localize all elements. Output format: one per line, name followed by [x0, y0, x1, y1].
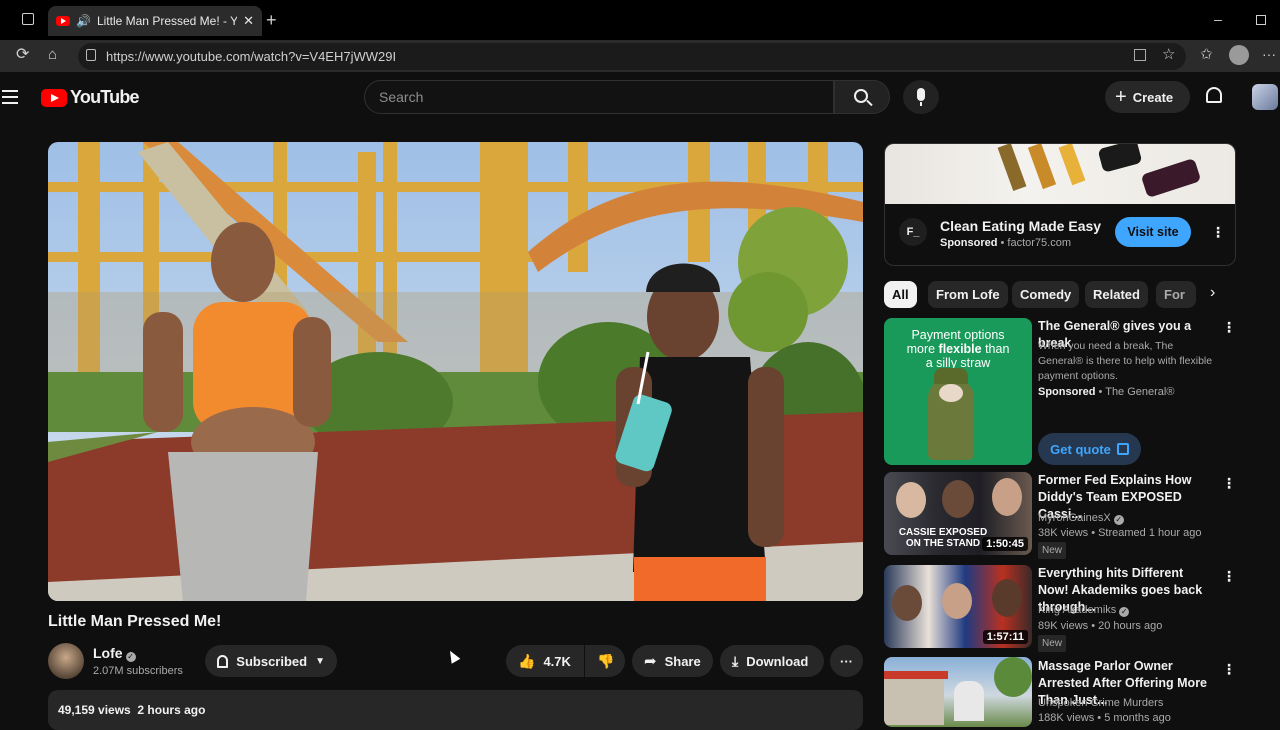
more-actions-button[interactable]: ··· [830, 645, 863, 677]
browser-menu-icon[interactable]: ··· [1262, 47, 1276, 61]
create-button[interactable]: + Create [1105, 81, 1190, 113]
browser-tab[interactable]: 🔊 Little Man Pressed Me! - YouTube ✕ [48, 6, 262, 36]
new-tab-icon[interactable]: + [266, 11, 277, 29]
rec-channel[interactable]: King Akademiks ✓ [1038, 603, 1130, 618]
video-duration: 1:50:45 [982, 537, 1028, 551]
youtube-header: YouTube Search + Create [0, 72, 1280, 122]
profile-avatar-icon[interactable] [1229, 45, 1249, 65]
subscribed-button[interactable]: Subscribed ▼ [205, 645, 337, 677]
chips-next-chevron-icon[interactable]: › [1210, 284, 1215, 302]
notifications-bell-icon[interactable] [1206, 87, 1222, 103]
verified-icon: ✓ [1119, 607, 1130, 617]
get-quote-button[interactable]: Get quote [1038, 433, 1141, 465]
favorites-icon[interactable]: ✩ [1200, 47, 1213, 62]
rec-channel[interactable]: Unspoken Crime Murders [1038, 696, 1163, 711]
ad2-description: When you need a break, The General® is t… [1038, 340, 1213, 382]
rec-thumbnail[interactable] [884, 657, 1032, 727]
mouse-cursor-icon [445, 648, 461, 664]
favorite-star-icon[interactable]: ☆ [1162, 47, 1175, 62]
channel-name[interactable]: Lofe ✓ [93, 645, 136, 662]
tab-title: Little Man Pressed Me! - YouTube [96, 14, 238, 28]
ad2-meta: Sponsored • The General® [1038, 386, 1175, 398]
chevron-down-icon: ▼ [315, 655, 325, 667]
sponsored-ad-card[interactable]: F_ Clean Eating Made Easy Sponsored • fa… [884, 143, 1236, 266]
reload-icon[interactable]: ⟳ [16, 47, 29, 63]
chip-all[interactable]: All [884, 281, 917, 308]
plus-icon: + [1115, 86, 1127, 108]
ad-meta: Sponsored • factor75.com [940, 237, 1072, 249]
thumbs-down-icon: 👎 [597, 652, 615, 669]
url-field[interactable]: https://www.youtube.com/watch?v=V4EH7jWW… [78, 43, 1186, 70]
ad2-menu-icon[interactable]: ⋮ [1222, 320, 1236, 334]
view-count: 49,159 views [58, 703, 131, 717]
account-avatar[interactable] [1252, 84, 1278, 110]
youtube-logo-text: YouTube [70, 87, 140, 107]
apps-icon[interactable] [1134, 49, 1146, 61]
video-frame [48, 142, 863, 601]
maximize-icon[interactable] [1256, 15, 1266, 25]
minimize-icon[interactable]: – [1214, 12, 1222, 26]
ad-logo: F_ [899, 218, 927, 246]
chip-for-you[interactable]: For y [1156, 281, 1196, 308]
bell-icon [217, 654, 229, 668]
rec-menu-icon[interactable]: ⋮ [1222, 569, 1236, 583]
download-button[interactable]: ⤓ Download [720, 645, 824, 677]
tab-close-icon[interactable]: ✕ [243, 13, 254, 29]
rec-new-badge: New [1038, 542, 1067, 559]
chip-comedy[interactable]: Comedy [1012, 281, 1080, 308]
lock-icon [86, 49, 96, 61]
rec-thumbnail[interactable]: CASSIE EXPOSED ON THE STAND 1:50:45 [884, 472, 1032, 555]
rec-meta: 188K views • 5 months ago [1038, 712, 1171, 724]
external-link-icon [1116, 443, 1129, 455]
ad-banner-image [885, 144, 1235, 204]
dislike-button[interactable]: 👎 [585, 645, 625, 677]
video-player[interactable] [48, 142, 863, 601]
home-icon[interactable]: ⌂ [48, 47, 57, 62]
share-arrow-icon: ➦ [644, 653, 657, 670]
rec-menu-icon[interactable]: ⋮ [1222, 662, 1236, 676]
rec-meta: 38K views • Streamed 1 hour ago [1038, 527, 1202, 539]
share-button[interactable]: ➦ Share [632, 645, 713, 677]
description-box[interactable]: 49,159 views 2 hours ago [48, 690, 863, 730]
create-label: Create [1132, 89, 1174, 105]
rec-thumb-caption: CASSIE EXPOSED ON THE STAND [898, 527, 988, 549]
ad-menu-icon[interactable]: ⋮ [1211, 224, 1225, 241]
post-time: 2 hours ago [137, 703, 206, 717]
microphone-icon [917, 88, 925, 101]
rec-meta: 89K views • 20 hours ago [1038, 620, 1163, 632]
youtube-logo[interactable]: YouTube [41, 87, 140, 108]
chip-from-lofe[interactable]: From Lofe [928, 281, 1008, 308]
rec-menu-icon[interactable]: ⋮ [1222, 476, 1236, 490]
search-input[interactable]: Search [364, 80, 834, 114]
address-bar-row: ⟳ ⌂ https://www.youtube.com/watch?v=V4EH… [0, 40, 1280, 72]
thumbs-up-icon: 👍 [518, 652, 536, 669]
subscriber-count: 2.07M subscribers [93, 665, 183, 677]
visit-site-button[interactable]: Visit site [1115, 217, 1191, 247]
tab-actions-icon[interactable] [22, 13, 34, 25]
verified-icon: ✓ [1113, 515, 1124, 525]
channel-avatar[interactable] [48, 643, 84, 679]
download-icon: ⤓ [732, 652, 739, 669]
ad2-thumbnail[interactable]: Payment options more flexible than a sil… [884, 318, 1032, 465]
chip-related[interactable]: Related [1085, 281, 1148, 308]
url-text: https://www.youtube.com/watch?v=V4EH7jWW… [106, 49, 397, 64]
video-duration: 1:57:11 [982, 630, 1028, 644]
rec-thumbnail[interactable]: 1:57:11 [884, 565, 1032, 648]
youtube-favicon-icon [56, 16, 70, 26]
browser-tab-bar: 🔊 Little Man Pressed Me! - YouTube ✕ + – [0, 0, 1280, 40]
search-button[interactable] [834, 80, 890, 114]
rec-channel[interactable]: MyronGainesX ✓ [1038, 511, 1124, 526]
video-title: Little Man Pressed Me! [48, 613, 222, 630]
voice-search-button[interactable] [903, 80, 939, 114]
ad-headline: Clean Eating Made Easy [940, 218, 1102, 234]
speaker-icon[interactable]: 🔊 [76, 14, 91, 28]
ad2-thumb-text: Payment options more flexible than a sil… [906, 328, 1010, 370]
like-button[interactable]: 👍 4.7K [506, 645, 584, 677]
hamburger-menu-icon[interactable] [2, 90, 18, 104]
youtube-logo-icon [41, 88, 67, 107]
rec-new-badge: New [1038, 635, 1067, 652]
more-horizontal-icon: ··· [840, 653, 853, 669]
verified-icon: ✓ [125, 652, 136, 662]
